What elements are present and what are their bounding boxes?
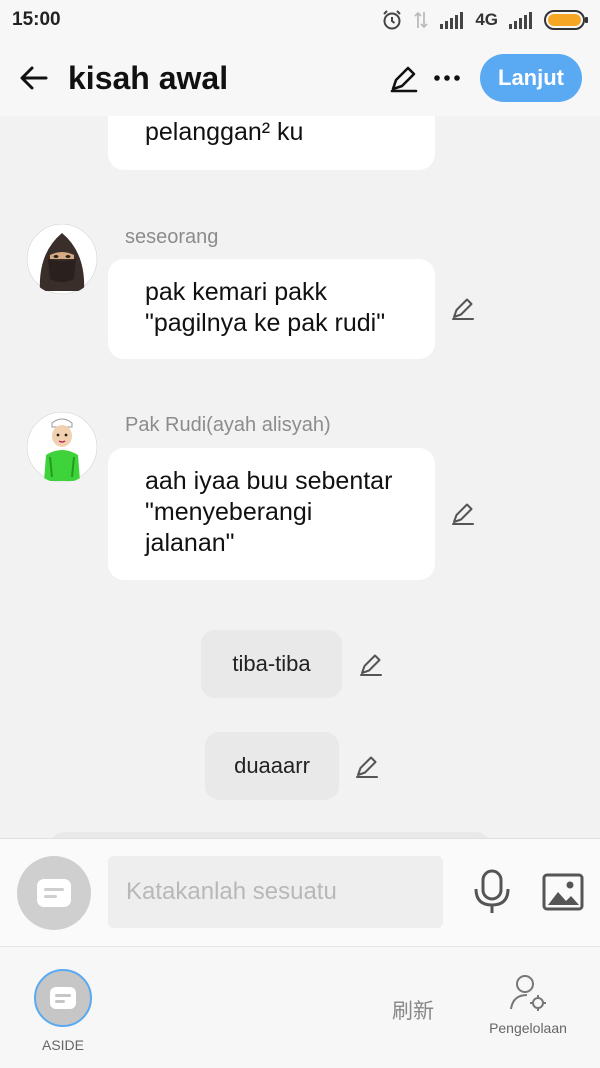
user-settings-icon (510, 975, 546, 1011)
edit-narration-icon[interactable] (357, 650, 385, 678)
narration-bubble[interactable]: tiba-tiba (201, 630, 342, 698)
edit-message-icon[interactable] (449, 294, 477, 322)
character-select-button[interactable] (17, 856, 91, 930)
chat-bubble-icon (37, 879, 71, 907)
narration-text: tiba-tiba (232, 651, 311, 676)
chat-area[interactable]: pelanggan² ku seseorang pak kemari pakk … (0, 116, 600, 838)
message-bubble[interactable]: aah iyaa buu sebentar "menyeberangi jala… (108, 448, 435, 580)
aside-button[interactable] (34, 969, 92, 1027)
nav-manage[interactable]: Pengelolaan (478, 973, 578, 1036)
back-arrow-icon[interactable] (18, 62, 50, 94)
avatar[interactable] (26, 411, 98, 483)
aside-label: ASIDE (41, 1037, 84, 1053)
page-title: kisah awal (68, 60, 229, 96)
status-bar: 15:00 4G (0, 0, 600, 40)
message-bubble[interactable]: pak kemari pakk "pagilnya ke pak rudi" (108, 259, 435, 359)
data-transfer-icon (414, 11, 428, 29)
signal-icon-2 (509, 12, 532, 29)
narration-bubble[interactable]: duaaarr (205, 732, 339, 800)
message-text-line: pelanggan² ku (145, 118, 304, 146)
manage-label: Pengelolaan (489, 1020, 567, 1036)
narration-text: duaaarr (234, 753, 310, 778)
edit-message-icon[interactable] (449, 499, 477, 527)
refresh-button[interactable]: 刷新 (392, 995, 434, 1025)
battery-icon (544, 10, 588, 30)
speaker-name: seseorang (125, 226, 219, 248)
alarm-icon (383, 10, 402, 30)
network-type: 4G (475, 10, 498, 29)
message-text-line: "menyeberangi (145, 498, 313, 526)
message-text-line: aah iyaa buu sebentar (145, 467, 393, 495)
avatar[interactable] (26, 223, 98, 295)
speaker-name: Pak Rudi(ayah alisyah) (125, 414, 331, 436)
message-text-line: jalanan" (145, 529, 235, 557)
top-app-bar: kisah awal Lanjut (0, 40, 600, 116)
pencil-edit-icon[interactable] (388, 64, 418, 94)
pak-rudi-avatar (26, 411, 98, 483)
more-options-icon[interactable] (432, 66, 462, 90)
message-text-line: "pagilnya ke pak rudi" (145, 309, 386, 337)
status-time: 15:00 (12, 9, 61, 30)
hijab-character-avatar (26, 223, 98, 295)
message-input[interactable] (108, 856, 443, 928)
image-upload-icon[interactable] (542, 873, 584, 911)
nav-aside[interactable]: ASIDE (22, 969, 104, 1053)
microphone-icon[interactable] (472, 869, 512, 915)
edit-narration-icon[interactable] (353, 752, 381, 780)
composer-bar (0, 838, 600, 947)
signal-icon (440, 12, 464, 29)
bottom-navigation: ASIDE 刷新 Pengelolaan (0, 946, 600, 1068)
status-icons: 4G (381, 8, 590, 32)
next-button[interactable]: Lanjut (480, 54, 582, 102)
message-text-line: pak kemari pakk (145, 278, 328, 306)
message-bubble[interactable]: pelanggan² ku (108, 116, 435, 170)
chat-bubble-icon (50, 987, 76, 1009)
